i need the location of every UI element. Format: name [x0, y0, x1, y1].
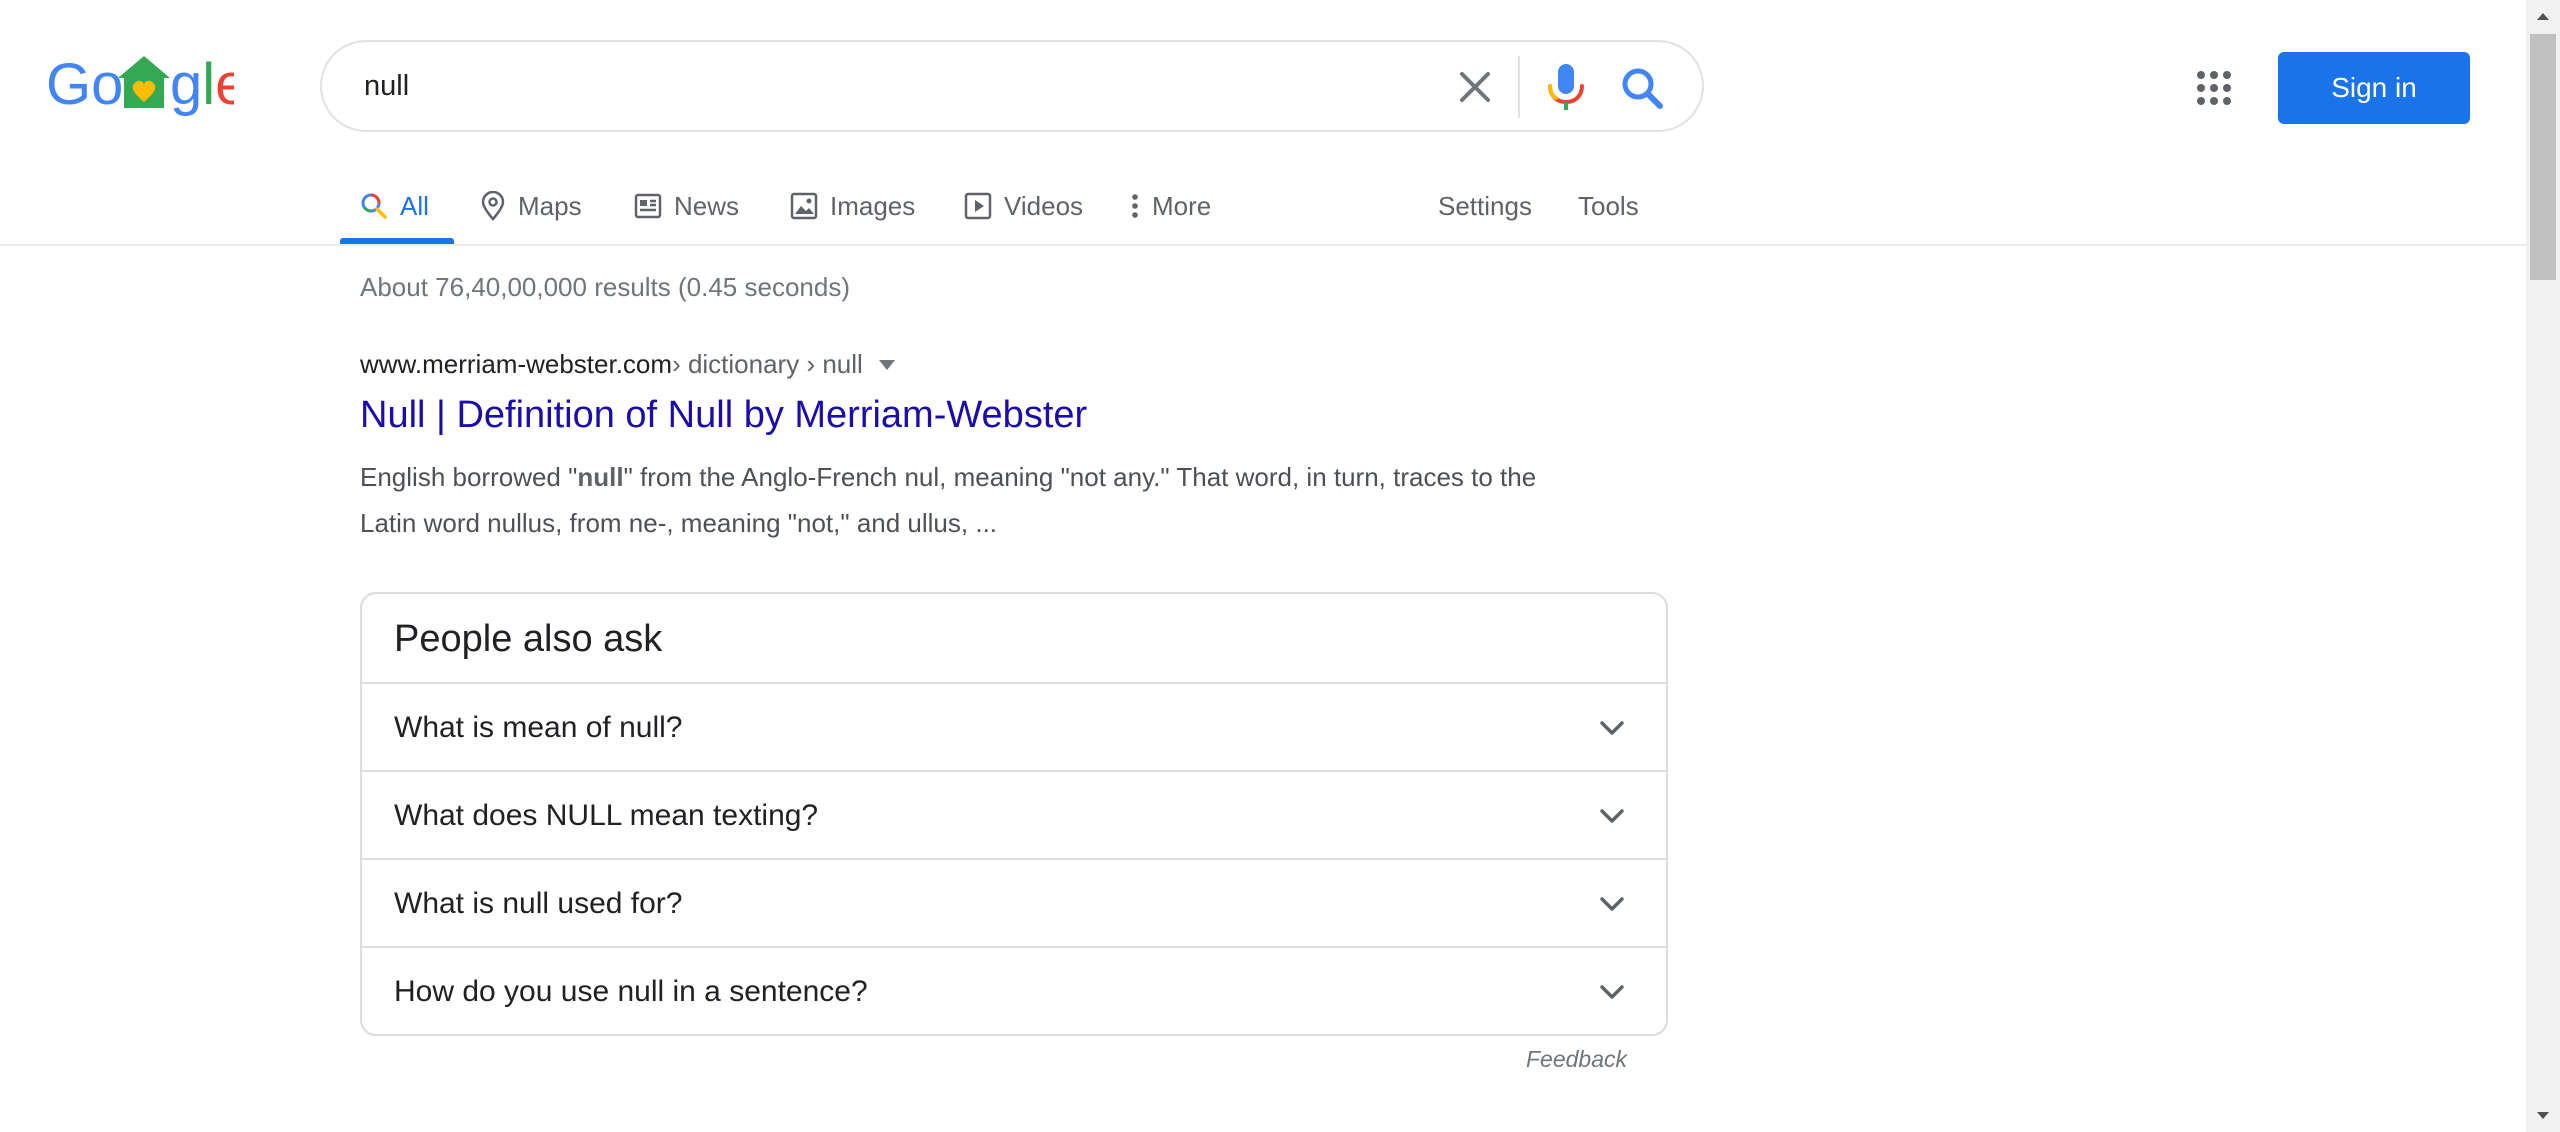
- tab-maps[interactable]: Maps: [480, 168, 582, 244]
- paa-question-text: What is mean of null?: [394, 711, 683, 744]
- chevron-down-icon: [1600, 809, 1624, 823]
- news-icon: [634, 193, 662, 219]
- svg-text:Go: Go: [46, 52, 123, 117]
- tools-link[interactable]: Tools: [1578, 168, 1639, 244]
- tab-news[interactable]: News: [634, 168, 739, 244]
- chevron-down-icon: [1600, 897, 1624, 911]
- tab-label: Maps: [518, 190, 582, 221]
- close-icon[interactable]: [1452, 64, 1498, 110]
- snippet-text: English borrowed ": [360, 462, 578, 492]
- tab-images[interactable]: Images: [790, 168, 915, 244]
- paa-question[interactable]: What does NULL mean texting?: [362, 770, 1666, 858]
- tab-label: Videos: [1004, 190, 1084, 221]
- tab-label: More: [1152, 190, 1212, 221]
- result-url[interactable]: www.merriam-webster.com › dictionary › n…: [360, 349, 895, 380]
- image-icon: [790, 192, 818, 220]
- paa-question[interactable]: What is null used for?: [362, 858, 1666, 946]
- caret-down-icon[interactable]: [878, 359, 895, 370]
- chevron-down-icon: [1600, 985, 1624, 999]
- scroll-up-arrow-icon[interactable]: [2526, 0, 2560, 34]
- tab-label: Images: [830, 190, 916, 221]
- chevron-down-icon: [1600, 721, 1624, 735]
- paa-question[interactable]: What is mean of null?: [362, 682, 1666, 770]
- tab-label: News: [674, 190, 740, 221]
- sign-in-button[interactable]: Sign in: [2278, 52, 2470, 124]
- paa-question-text: What does NULL mean texting?: [394, 799, 819, 832]
- snippet-highlight: null: [577, 462, 624, 492]
- tab-videos[interactable]: Videos: [964, 168, 1083, 244]
- tab-label: All: [400, 190, 429, 221]
- microphone-icon[interactable]: [1544, 62, 1588, 114]
- page-scrollbar[interactable]: [2526, 0, 2560, 1132]
- settings-link[interactable]: Settings: [1438, 168, 1532, 244]
- result-site: www.merriam-webster.com: [360, 349, 673, 379]
- search-icon: [361, 193, 387, 219]
- paa-question-text: How do you use null in a sentence?: [394, 975, 868, 1008]
- more-vertical-icon: [1132, 194, 1138, 218]
- feedback-link[interactable]: Feedback: [1526, 1046, 1627, 1073]
- result-stats: About 76,40,00,000 results (0.45 seconds…: [360, 272, 850, 302]
- result-breadcrumb: › dictionary › null: [672, 349, 863, 379]
- paa-title: People also ask: [394, 618, 663, 660]
- paa-question-text: What is null used for?: [394, 887, 683, 920]
- map-pin-icon: [481, 191, 505, 221]
- result-title-link[interactable]: Null | Definition of Null by Merriam-Web…: [360, 394, 1087, 437]
- tools-label: Tools: [1578, 190, 1639, 221]
- scroll-down-arrow-icon[interactable]: [2526, 1098, 2560, 1132]
- svg-text:gle: gle: [170, 52, 234, 117]
- apps-grid-icon[interactable]: [2196, 70, 2232, 106]
- search-icon[interactable]: [1618, 64, 1666, 112]
- search-input[interactable]: null: [364, 66, 409, 106]
- settings-label: Settings: [1438, 190, 1532, 221]
- scrollbar-thumb[interactable]: [2530, 34, 2556, 280]
- tab-all[interactable]: All: [360, 168, 429, 244]
- header-divider: [0, 244, 2526, 246]
- google-logo[interactable]: Go gle: [46, 52, 247, 118]
- tab-more[interactable]: More: [1130, 168, 1211, 244]
- search-box[interactable]: null: [320, 40, 1704, 132]
- paa-question[interactable]: How do you use null in a sentence?: [362, 946, 1666, 1034]
- result-snippet: English borrowed "null" from the Anglo-F…: [360, 454, 1560, 546]
- people-also-ask: People also ask What is mean of null? Wh…: [360, 592, 1668, 1036]
- play-icon: [964, 192, 992, 220]
- search-divider: [1518, 56, 1520, 118]
